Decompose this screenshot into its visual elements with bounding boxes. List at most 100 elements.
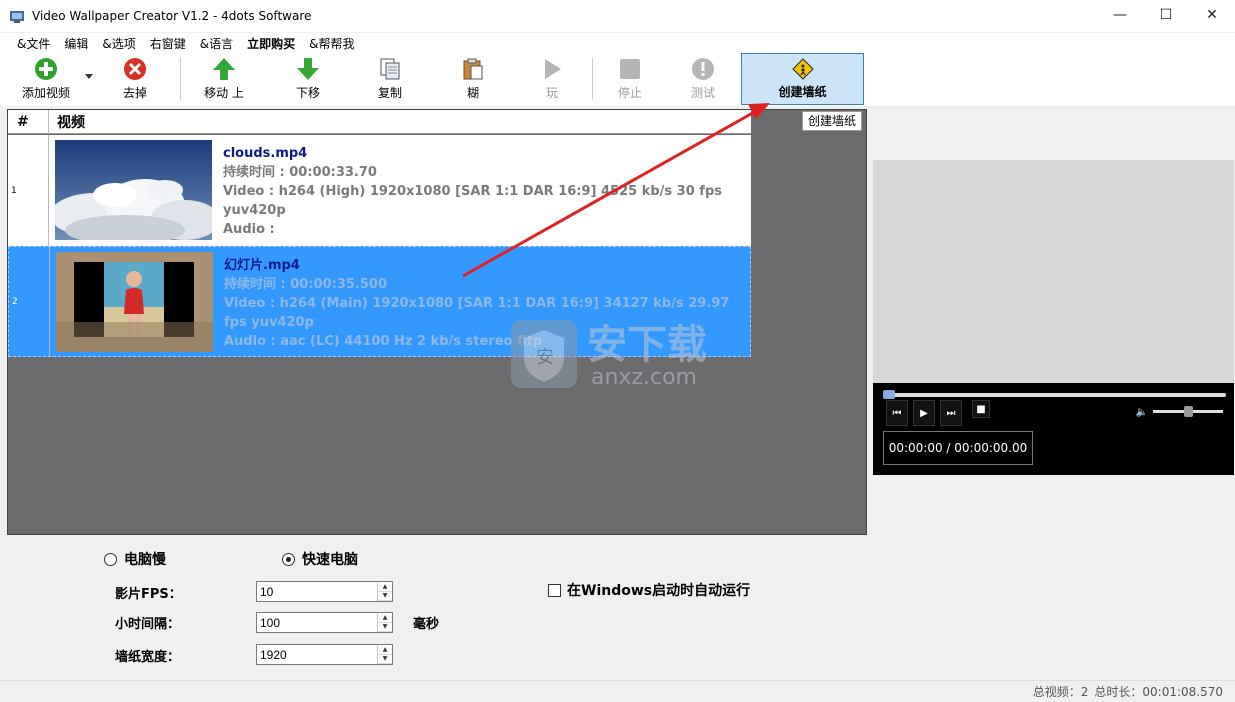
close-button[interactable]: ✕ bbox=[1189, 0, 1235, 30]
add-video-label: 添加视频 bbox=[21, 86, 70, 100]
paste-button[interactable]: 糊 bbox=[453, 56, 493, 102]
video-filename: 幻灯片.mp4 bbox=[224, 258, 300, 273]
toolbar-separator bbox=[592, 58, 593, 100]
create-wallpaper-button[interactable]: 创建墙纸 bbox=[741, 53, 864, 105]
add-video-dropdown[interactable] bbox=[82, 56, 96, 102]
video-info: clouds.mp4 持续时间 : 00:00:33.70 Video : h2… bbox=[223, 144, 751, 239]
row-number: 1 bbox=[8, 135, 49, 246]
paste-icon bbox=[460, 56, 486, 82]
width-up-icon[interactable]: ▲ bbox=[378, 645, 392, 655]
menu-buy[interactable]: 立即购买 bbox=[240, 35, 302, 52]
tooltip: 创建墙纸 bbox=[802, 111, 863, 131]
arrow-down-icon bbox=[295, 56, 321, 82]
remove-button[interactable]: 去掉 bbox=[115, 56, 155, 102]
width-stepper[interactable]: ▲▼ bbox=[256, 644, 393, 665]
play-icon[interactable]: ▶ bbox=[913, 400, 935, 426]
menu-bar: &文件 编辑 &选项 右窗键 &语言 立即购买 &帮帮我 bbox=[0, 33, 1235, 54]
interval-up-icon[interactable]: ▲ bbox=[378, 613, 392, 623]
minimize-button[interactable]: — bbox=[1097, 0, 1143, 30]
radio-fast-pc[interactable]: 快速电脑 bbox=[282, 549, 358, 569]
next-icon[interactable]: ⏭ bbox=[940, 400, 962, 426]
interval-stepper[interactable]: ▲▼ bbox=[256, 612, 393, 633]
add-video-button[interactable]: 添加视频 bbox=[16, 56, 76, 102]
create-wallpaper-label: 创建墙纸 bbox=[778, 85, 827, 99]
window-title: Video Wallpaper Creator V1.2 - 4dots Sof… bbox=[32, 9, 312, 23]
fps-input[interactable] bbox=[257, 582, 375, 601]
radio-slow-label: 电脑慢 bbox=[124, 552, 166, 568]
time-display: 00:00:00 / 00:00:00.00 bbox=[883, 431, 1033, 465]
autorun-option[interactable]: 在Windows启动时自动运行 bbox=[548, 580, 750, 600]
fps-label: 影片FPS： bbox=[115, 587, 182, 602]
play-label: 玩 bbox=[545, 86, 558, 100]
volume-slider[interactable] bbox=[1153, 406, 1223, 417]
menu-language[interactable]: &语言 bbox=[193, 35, 240, 52]
chevron-down-icon bbox=[85, 74, 93, 79]
add-icon bbox=[33, 56, 59, 82]
radio-fast-label: 快速电脑 bbox=[302, 552, 358, 568]
copy-icon bbox=[377, 56, 403, 82]
table-row[interactable]: 1 clouds.mp4 持续时间 : 00:00:33.70 Video : … bbox=[8, 135, 751, 246]
media-player: ⏮ ▶ ⏭ ■ 🔈 00:00:00 / 00:00:00.00 bbox=[873, 383, 1234, 475]
watermark-logo: 安 安下载 anxz.com bbox=[509, 308, 739, 390]
autorun-label: 在Windows启动时自动运行 bbox=[567, 583, 751, 599]
volume-handle[interactable] bbox=[1183, 406, 1193, 417]
toolbar-separator bbox=[180, 58, 181, 100]
autorun-checkbox[interactable] bbox=[548, 583, 561, 597]
interval-unit: 毫秒 bbox=[413, 617, 440, 632]
svg-text:安: 安 bbox=[536, 347, 554, 368]
play-button[interactable]: 玩 bbox=[532, 56, 572, 102]
radio-fast-indicator[interactable] bbox=[282, 552, 295, 566]
volume-icon[interactable]: 🔈 bbox=[1135, 400, 1149, 424]
move-down-label: 下移 bbox=[295, 86, 320, 100]
video-stream: Video : h264 (High) 1920x1080 [SAR 1:1 D… bbox=[223, 184, 722, 218]
previous-icon[interactable]: ⏮ bbox=[886, 400, 908, 426]
column-video[interactable]: 视频 bbox=[49, 112, 85, 132]
toolbar: 添加视频 去掉 移动 上 下移 复制 糊 玩 停止 测试 bbox=[0, 54, 1235, 106]
stop-label: 停止 bbox=[617, 86, 642, 100]
seek-bar[interactable] bbox=[883, 390, 1226, 399]
warning-sign-icon bbox=[791, 58, 814, 80]
width-down-icon[interactable]: ▼ bbox=[378, 655, 392, 664]
arrow-up-icon bbox=[211, 56, 237, 82]
seek-handle[interactable] bbox=[883, 390, 895, 399]
stop-icon bbox=[617, 56, 643, 82]
video-duration: 持续时间 : 00:00:35.500 bbox=[224, 277, 387, 292]
radio-slow-pc[interactable]: 电脑慢 bbox=[104, 549, 166, 569]
move-up-button[interactable]: 移动 上 bbox=[198, 56, 250, 102]
fps-up-icon[interactable]: ▲ bbox=[378, 582, 392, 592]
width-input[interactable] bbox=[257, 645, 375, 664]
move-down-button[interactable]: 下移 bbox=[288, 56, 328, 102]
info-icon bbox=[690, 56, 716, 82]
column-hash[interactable]: # bbox=[8, 109, 49, 134]
menu-file[interactable]: &文件 bbox=[10, 35, 57, 52]
test-button[interactable]: 测试 bbox=[683, 56, 723, 102]
video-filename: clouds.mp4 bbox=[223, 146, 308, 161]
video-duration: 持续时间 : 00:00:33.70 bbox=[223, 165, 377, 180]
stop-icon[interactable]: ■ bbox=[972, 400, 990, 418]
test-label: 测试 bbox=[690, 86, 715, 100]
maximize-button[interactable]: ☐ bbox=[1143, 0, 1189, 30]
paste-label: 糊 bbox=[466, 86, 479, 100]
menu-options[interactable]: &选项 bbox=[95, 35, 142, 52]
fps-stepper[interactable]: ▲▼ bbox=[256, 581, 393, 602]
width-label: 墙纸宽度： bbox=[115, 650, 181, 665]
list-header: # 视频 bbox=[8, 109, 751, 134]
watermark-text: 安下载 bbox=[587, 322, 707, 368]
fps-down-icon[interactable]: ▼ bbox=[378, 592, 392, 601]
interval-down-icon[interactable]: ▼ bbox=[378, 623, 392, 632]
menu-edit[interactable]: 编辑 bbox=[57, 35, 95, 52]
menu-context[interactable]: 右窗键 bbox=[143, 35, 193, 52]
menu-help[interactable]: &帮帮我 bbox=[302, 35, 361, 52]
interval-label: 小时间隔： bbox=[115, 617, 181, 632]
interval-input[interactable] bbox=[257, 613, 375, 632]
status-total-duration: 总时长：00:01:08.570 bbox=[1094, 685, 1223, 699]
radio-slow-indicator[interactable] bbox=[104, 552, 117, 566]
play-icon bbox=[539, 56, 565, 82]
remove-icon bbox=[122, 56, 148, 82]
move-up-label: 移动 上 bbox=[204, 86, 244, 100]
row-number: 2 bbox=[9, 247, 50, 356]
audio-stream: Audio : bbox=[223, 222, 275, 237]
copy-button[interactable]: 复制 bbox=[370, 56, 410, 102]
app-icon bbox=[10, 11, 24, 23]
stop-button[interactable]: 停止 bbox=[610, 56, 650, 102]
